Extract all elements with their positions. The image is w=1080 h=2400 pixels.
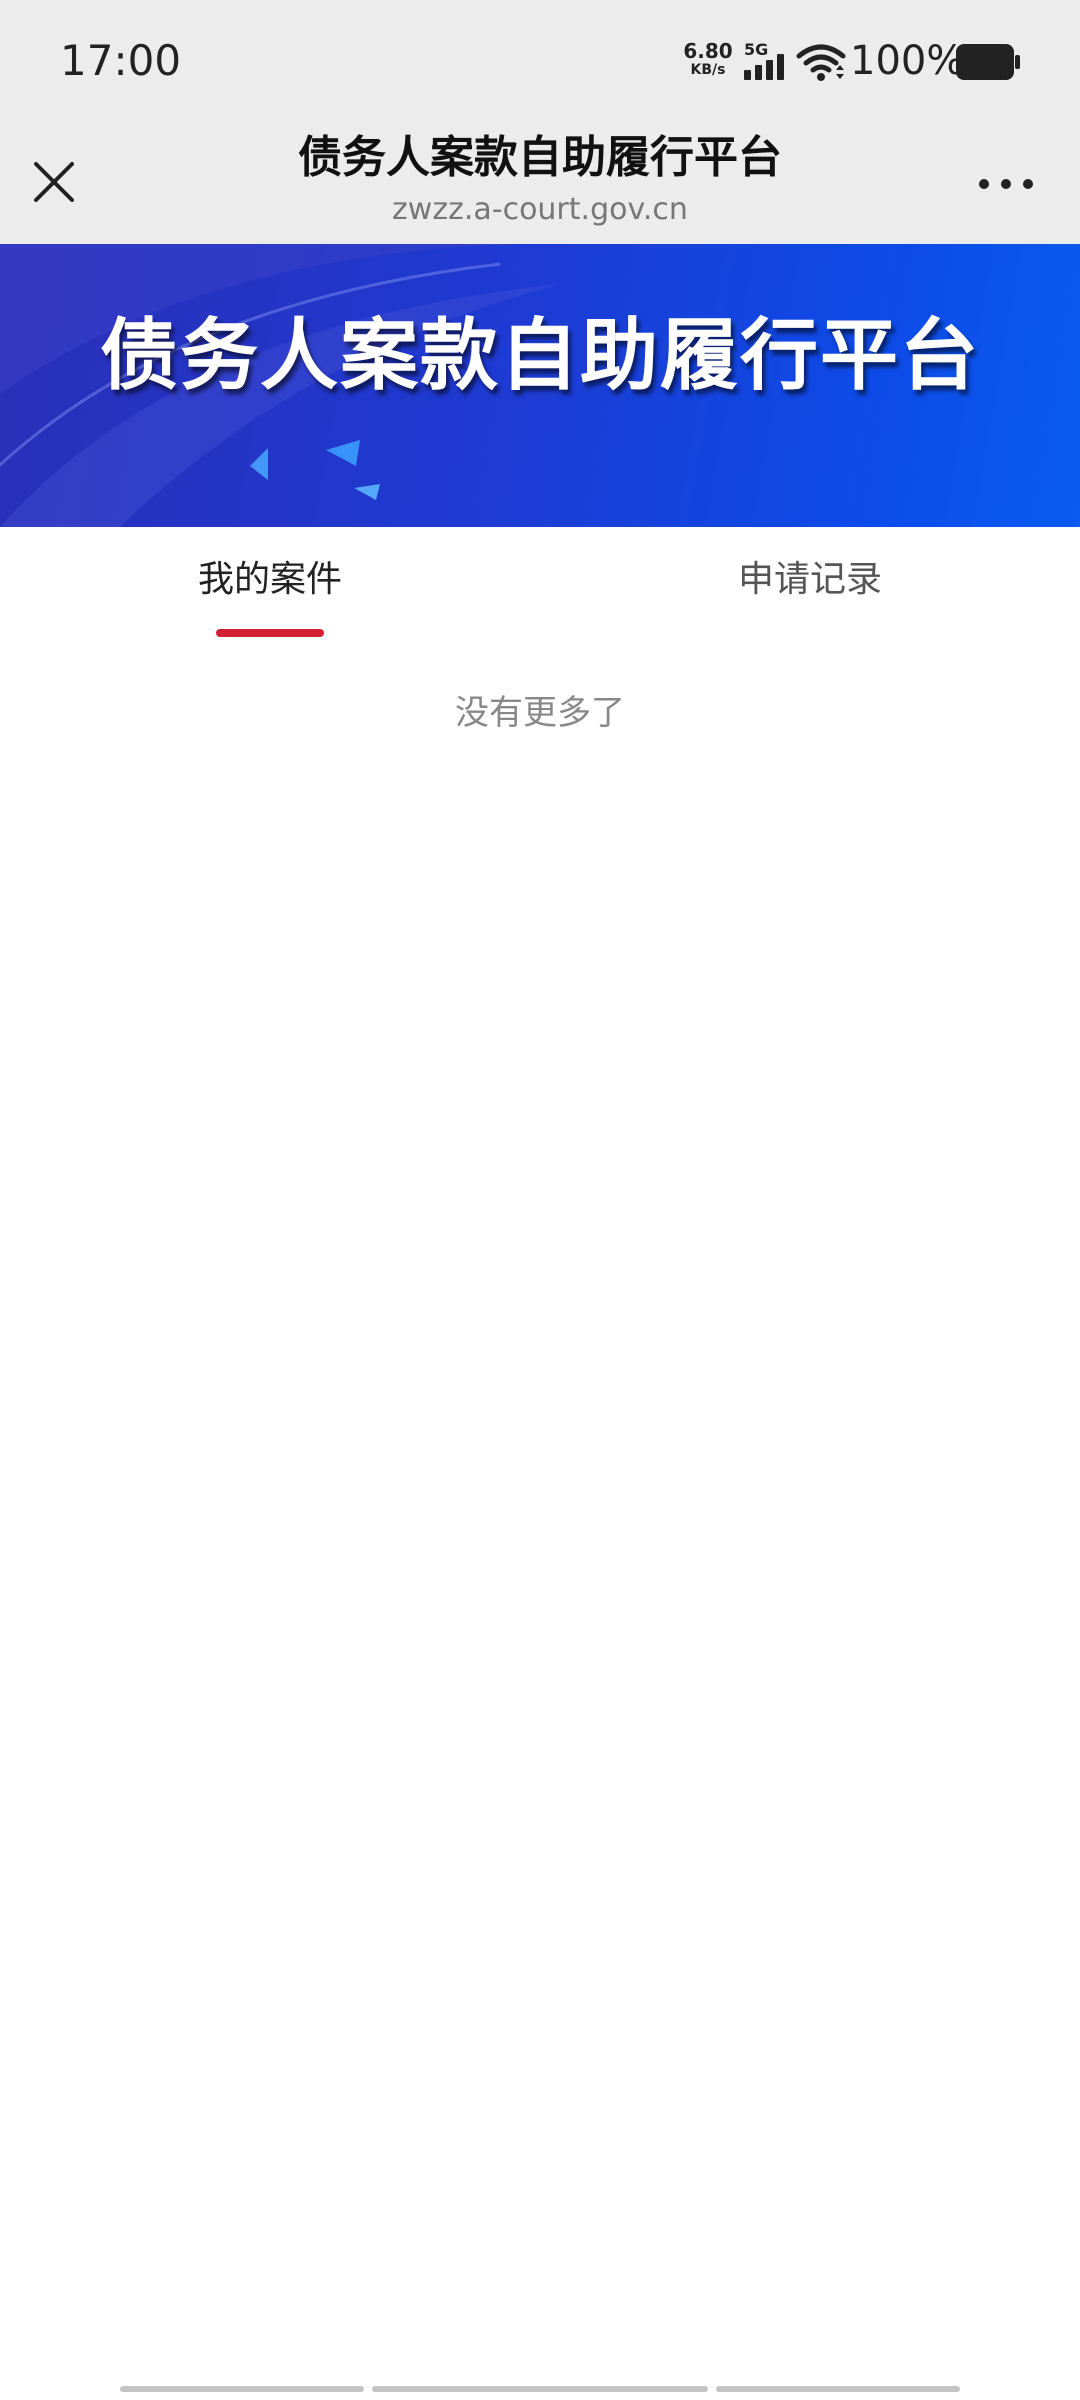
gesture-bar-center [372,2386,708,2392]
page-title: 债务人案款自助履行平台 [298,132,782,183]
close-button[interactable] [22,150,86,214]
page-url: zwzz.a-court.gov.cn [392,192,688,227]
battery-percent: 100% [850,38,965,84]
status-bar: 17:00 6.80 KB/s 5G 100% [0,0,1080,120]
network-speed-value: 6.80 [683,39,733,63]
network-speed: 6.80 KB/s [680,40,736,78]
banner-title: 债务人案款自助履行平台 [99,311,980,401]
battery-icon [956,44,1020,80]
tab-application-records[interactable]: 申请记录 [540,555,1080,605]
network-speed-unit: KB/s [690,62,726,78]
gesture-bar-left [120,2386,364,2392]
close-icon [34,162,74,202]
hero-banner: 债务人案款自助履行平台 [0,244,1080,527]
active-tab-indicator [216,629,324,637]
more-button[interactable] [966,156,1046,212]
signal-icon [744,54,784,80]
tab-my-cases[interactable]: 我的案件 [0,555,540,605]
wifi-icon [796,44,846,81]
no-more-message: 没有更多了 [455,693,625,733]
status-time: 17:00 [60,36,182,85]
browser-chrome: 17:00 6.80 KB/s 5G 100% 债务人案款自助履行平台 zwzz… [0,0,1080,244]
title-bar: 债务人案款自助履行平台 zwzz.a-court.gov.cn [0,120,1080,244]
more-icon [979,179,1033,189]
tab-bar: 我的案件 申请记录 [0,527,1080,657]
gesture-bar-right [716,2386,960,2392]
